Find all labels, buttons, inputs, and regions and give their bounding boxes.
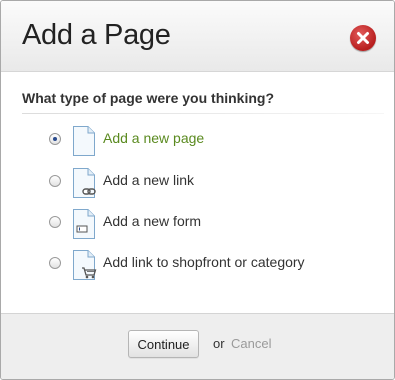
option-new-form[interactable]: Add a new form: [45, 208, 365, 240]
add-page-dialog: Add a Page What type of page were you th…: [0, 0, 395, 380]
page-cart-icon: [72, 249, 98, 286]
continue-button[interactable]: Continue: [128, 330, 199, 358]
close-icon[interactable]: [350, 25, 376, 51]
dialog-header: Add a Page: [1, 1, 394, 72]
option-new-link[interactable]: Add a new link: [45, 167, 365, 199]
dialog-title: Add a Page: [22, 19, 171, 51]
option-label: Add a new form: [103, 213, 202, 229]
or-text: or: [213, 336, 225, 351]
radio-new-page[interactable]: [49, 133, 61, 145]
page-form-icon: [72, 208, 96, 245]
option-shopfront-link[interactable]: Add link to shopfront or category: [45, 249, 365, 281]
radio-new-link[interactable]: [49, 175, 61, 187]
page-icon: [72, 125, 96, 162]
option-label: Add a new page: [103, 130, 205, 146]
radio-new-form[interactable]: [49, 216, 61, 228]
option-label: Add a new link: [103, 172, 195, 188]
page-type-question: What type of page were you thinking?: [22, 90, 275, 106]
radio-shopfront-link[interactable]: [49, 257, 61, 269]
page-link-icon: [72, 167, 98, 204]
option-new-page[interactable]: Add a new page: [45, 125, 365, 157]
cancel-link[interactable]: Cancel: [231, 336, 271, 351]
dialog-footer: Continue or Cancel: [1, 313, 394, 379]
option-label: Add link to shopfront or category: [103, 254, 305, 270]
divider: [22, 113, 384, 114]
